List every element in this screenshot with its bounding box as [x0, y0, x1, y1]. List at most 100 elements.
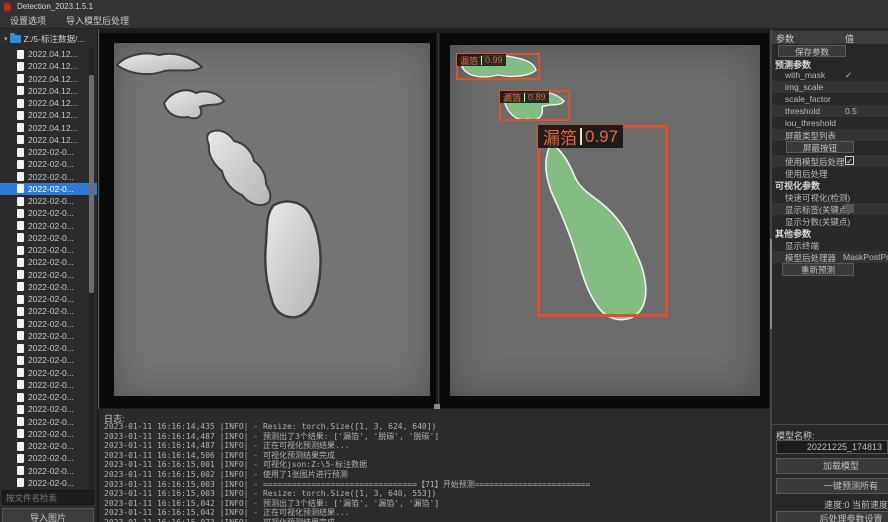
log-panel[interactable]: 日志: 2023-01-11 16:16:14,435 |INFO| - Res…	[99, 409, 770, 522]
mask-button[interactable]: 屏蔽按钮	[786, 141, 854, 153]
file-icon	[17, 393, 24, 402]
tree-item[interactable]: 2022-02-0...	[0, 232, 97, 244]
model-name-field[interactable]: 20221225_174813	[776, 440, 888, 454]
repredict-button[interactable]: 重新预测	[782, 263, 854, 276]
folder-icon	[10, 35, 21, 43]
tree-item[interactable]: 2022-02-0...	[0, 256, 97, 268]
tree-item[interactable]: 2022-02-0...	[0, 391, 97, 403]
param-row-show-label[interactable]: 显示标签(关键点)	[772, 203, 888, 215]
detection-class: 漏箔	[460, 54, 478, 67]
chevron-down-icon[interactable]: ▾	[4, 35, 8, 43]
tree-item[interactable]: 2022-02-0...	[0, 318, 97, 330]
tree-item[interactable]: 2022-02-0...	[0, 428, 97, 440]
left-splitter[interactable]	[98, 29, 99, 409]
param-value[interactable]: 0.5	[845, 106, 857, 116]
param-row-show-terminal[interactable]: 显示终端	[772, 239, 888, 251]
load-model-button[interactable]: 加载模型	[776, 458, 888, 474]
param-label: with_mask	[785, 70, 825, 80]
raw-image[interactable]	[114, 43, 430, 396]
param-row-model-post-processor[interactable]: 模型后处理器 MaskPostProc	[772, 251, 888, 263]
tree-item[interactable]: 2022-02-0...	[0, 403, 97, 415]
tree-item[interactable]: 2022.04.12...	[0, 60, 97, 72]
tree-item[interactable]: 2022.04.12...	[0, 48, 97, 60]
tree-item[interactable]: 2022-02-0...	[0, 195, 97, 207]
tree-item[interactable]: 2022-02-0...	[0, 330, 97, 342]
tree-item[interactable]: 2022.04.12...	[0, 122, 97, 134]
save-params-button[interactable]: 保存参数	[778, 45, 846, 57]
tree-item[interactable]: 2022-02-0...	[0, 158, 97, 170]
tree-item[interactable]: 2022-02-0...	[0, 379, 97, 391]
param-value[interactable]: MaskPostProc	[843, 252, 888, 262]
file-icon	[17, 99, 24, 108]
import-image-button[interactable]: 导入图片	[2, 508, 94, 522]
tree-item-label: 2022-02-0...	[28, 417, 74, 427]
log-lines: 2023-01-11 16:16:14,435 |INFO| - Resize:…	[104, 422, 764, 522]
log-line: 2023-01-11 16:16:14,506 |INFO| - 可视化预测结果…	[104, 451, 764, 461]
menu-item-settings[interactable]: 设置选项	[0, 13, 56, 29]
tree-item-label: 2022.04.12...	[28, 86, 78, 96]
tree-item[interactable]: 2022-02-0...	[0, 305, 97, 317]
file-icon	[17, 221, 24, 230]
tree-item-label: 2022-02-0...	[28, 147, 74, 157]
param-row-img-scale[interactable]: img_scale	[772, 81, 888, 93]
tree-item[interactable]: 2022-02-0...	[0, 146, 97, 158]
detection-score: 0.99	[485, 55, 503, 65]
tree-item[interactable]: 2022-02-0...	[0, 281, 97, 293]
tree-item[interactable]: 2022-02-0...	[0, 367, 97, 379]
tree-item-label: 2022-02-0...	[28, 404, 74, 414]
tree-item[interactable]: 2022-02-0...	[0, 416, 97, 428]
file-icon	[17, 160, 24, 169]
file-icon	[17, 270, 24, 279]
tree-item[interactable]: 2022-02-0...	[0, 293, 97, 305]
param-row-use-model-post[interactable]: 使用模型后处理 ✓	[772, 155, 888, 167]
tree-item[interactable]: 2022-02-0...	[0, 477, 97, 489]
checkbox-unchecked[interactable]	[845, 204, 854, 213]
raw-image-panel[interactable]	[100, 33, 436, 408]
tree-item[interactable]: 2022.04.12...	[0, 134, 97, 146]
tree-item[interactable]: 2022.04.12...	[0, 85, 97, 97]
tree-item[interactable]: 2022-02-0...	[0, 354, 97, 366]
tree-item[interactable]: 2022-02-0...	[0, 207, 97, 219]
defect-blob-2	[164, 90, 224, 118]
prediction-image[interactable]: 漏箔0.99 漏箔0.89 漏箔0.97	[450, 45, 760, 396]
postprocess-params-button[interactable]: 后处理参数设置	[776, 511, 888, 522]
tree-item[interactable]: 2022.04.12...	[0, 109, 97, 121]
param-row-use-post[interactable]: 使用后处理	[772, 167, 888, 179]
menu-item-import-postprocess[interactable]: 导入模型后处理	[56, 13, 139, 29]
tree-item-label: 2022-02-0...	[28, 172, 74, 182]
detection-score: 0.97	[585, 127, 618, 147]
tree-root-node[interactable]: ▾ Z:/5-标注数据/...	[0, 32, 97, 46]
tree-item[interactable]: 2022.04.12...	[0, 73, 97, 85]
tree-item[interactable]: 2022-02-0...	[0, 465, 97, 477]
param-row-scale-factor[interactable]: scale_factor	[772, 93, 888, 105]
param-row-threshold[interactable]: threshold 0.5	[772, 105, 888, 117]
file-icon	[17, 307, 24, 316]
param-row-mask-type-list[interactable]: 屏蔽类型列表	[772, 129, 888, 141]
file-icon	[17, 233, 24, 242]
tree-item[interactable]: 2022-02-0...	[0, 452, 97, 464]
param-row-with-mask[interactable]: with_mask ✓	[772, 69, 888, 81]
prediction-image-panel[interactable]: 漏箔0.99 漏箔0.89 漏箔0.97	[440, 33, 769, 408]
tree-item[interactable]: 2022-02-0...	[0, 342, 97, 354]
detection-score: 0.89	[528, 92, 546, 102]
param-row-iou-threshold[interactable]: iou_threshold	[772, 117, 888, 129]
log-line: 2023-01-11 16:16:15,003 |INFO| - =======…	[104, 480, 764, 490]
param-row-quick-vis[interactable]: 快速可视化(检测)	[772, 191, 888, 203]
params-panel: 参数 值 保存参数 预测参数 with_mask ✓ img_scale sca…	[772, 29, 888, 522]
tree-item[interactable]: 2022-02-0...	[0, 244, 97, 256]
tree-item[interactable]: 2022.04.12...	[0, 97, 97, 109]
tree-scrollbar-thumb[interactable]	[89, 75, 94, 293]
tree-item[interactable]: 2022-02-0...	[0, 183, 97, 195]
image-splitter[interactable]	[438, 33, 439, 408]
tree-item[interactable]: 2022-02-0...	[0, 440, 97, 452]
param-row-show-score[interactable]: 显示分数(关键点)	[772, 215, 888, 227]
tree-item-label: 2022-02-0...	[28, 466, 74, 476]
tree-item[interactable]: 2022-02-0...	[0, 220, 97, 232]
tree-item[interactable]: 2022-02-0...	[0, 171, 97, 183]
search-input[interactable]	[2, 490, 94, 505]
tree-item[interactable]: 2022-02-0...	[0, 269, 97, 281]
log-line: 2023-01-11 16:16:15,002 |INFO| - 使用了1张图片…	[104, 470, 764, 480]
check-icon[interactable]: ✓	[845, 70, 852, 81]
predict-all-button[interactable]: 一键预测所有	[776, 478, 888, 494]
checkbox-checked[interactable]: ✓	[845, 156, 854, 165]
